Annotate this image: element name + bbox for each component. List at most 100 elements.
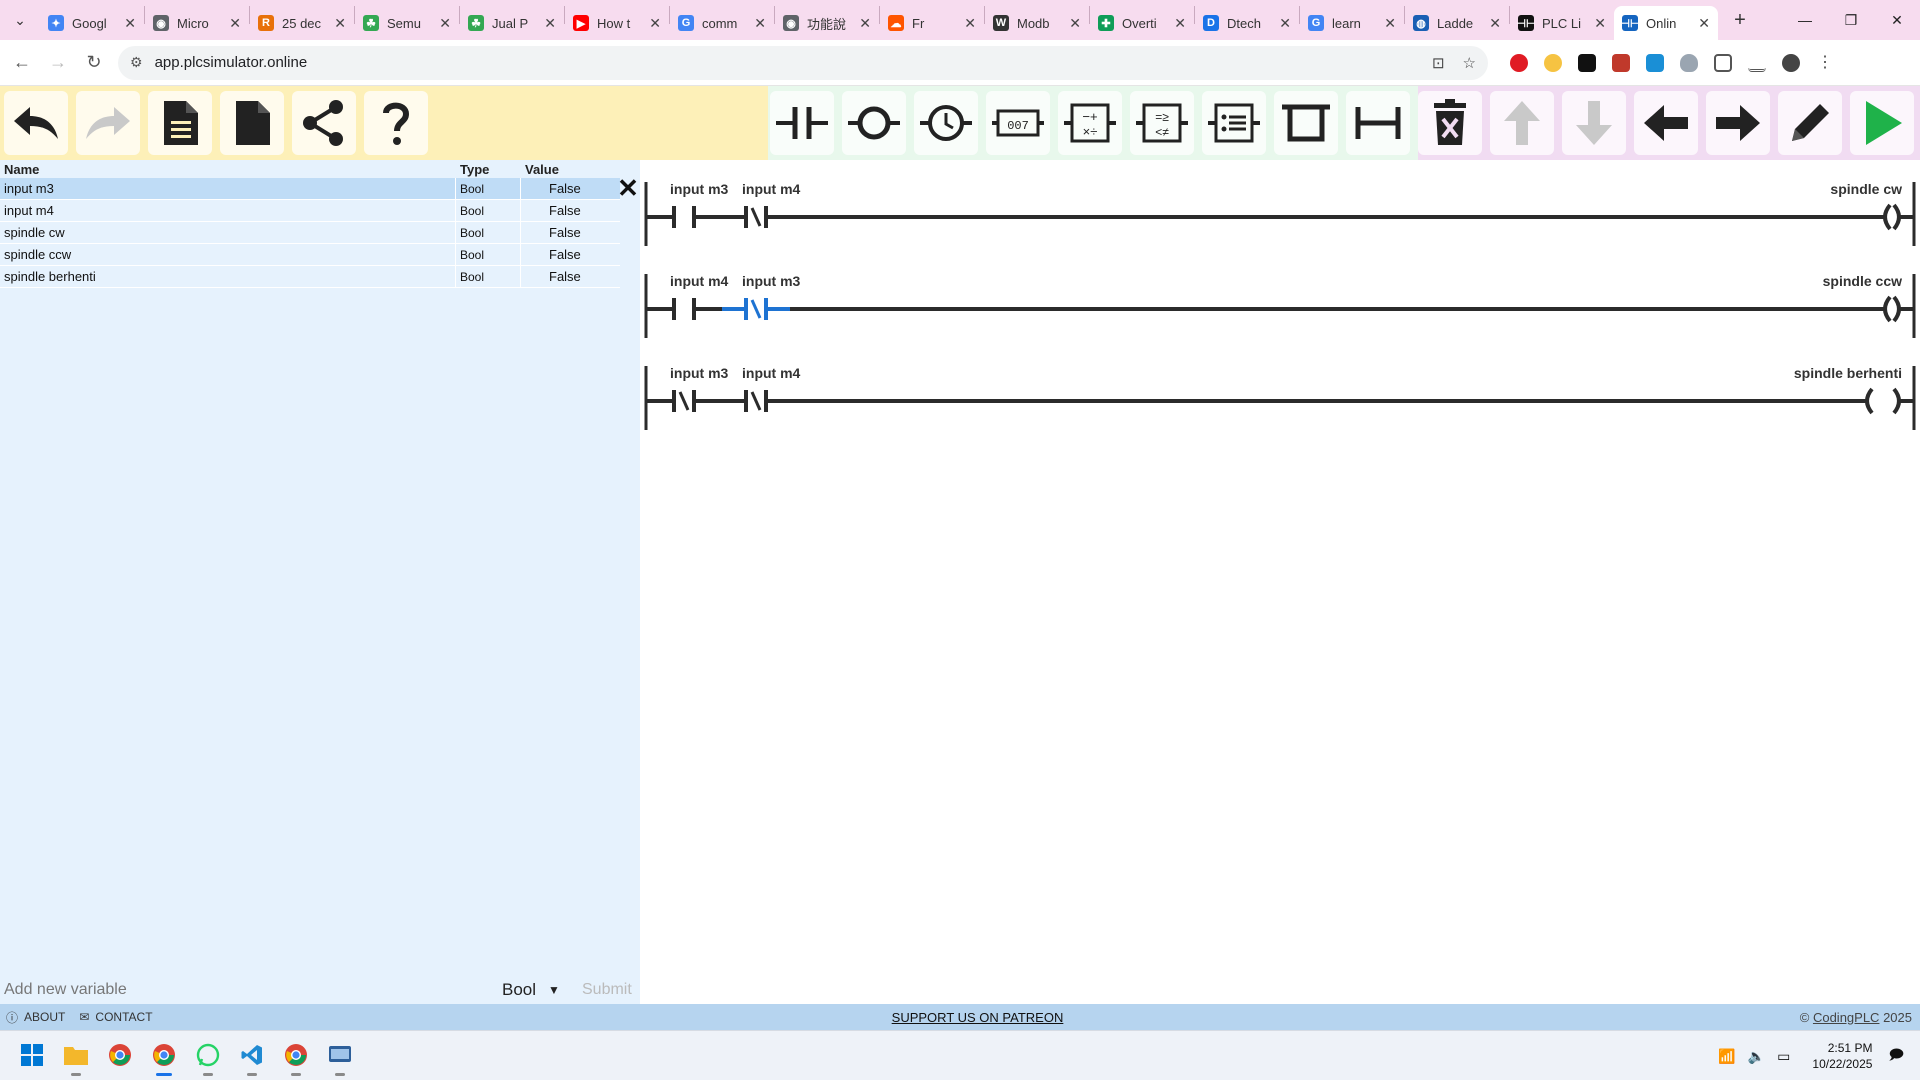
tab-close-icon[interactable]: ✕: [229, 15, 241, 32]
blue-extension-icon[interactable]: [1646, 53, 1664, 72]
add-rung-button[interactable]: [1346, 91, 1410, 155]
close-panel-icon[interactable]: ✕: [617, 175, 639, 201]
red-extension-icon[interactable]: [1612, 53, 1630, 72]
remote-app-taskbar[interactable]: [324, 1039, 356, 1076]
close-window-button[interactable]: ✕: [1874, 0, 1920, 40]
tab-close-icon[interactable]: ✕: [1279, 15, 1291, 32]
tab-close-icon[interactable]: ✕: [439, 15, 451, 32]
volume-icon[interactable]: 🔈: [1748, 1048, 1765, 1065]
tab-close-icon[interactable]: ✕: [1384, 15, 1396, 32]
opera-extension-icon[interactable]: [1510, 53, 1528, 72]
restore-button[interactable]: ❐: [1828, 0, 1874, 40]
submit-button[interactable]: Submit: [582, 981, 632, 999]
coil-right-arc[interactable]: [1892, 387, 1901, 415]
help-button[interactable]: [364, 91, 428, 155]
tab-close-icon[interactable]: ✕: [544, 15, 556, 32]
variable-row[interactable]: spindle cw Bool False: [0, 222, 620, 244]
chrome-app-taskbar[interactable]: [280, 1039, 312, 1076]
tab-close-icon[interactable]: ✕: [754, 15, 766, 32]
add-coil-button[interactable]: [842, 91, 906, 155]
tab-close-icon[interactable]: ✕: [859, 15, 871, 32]
clock[interactable]: 2:51 PM 10/22/2025: [1812, 1040, 1872, 1072]
browser-tab[interactable]: ✚ Overti ✕: [1090, 6, 1194, 40]
add-compare-button[interactable]: =≥ <≠: [1130, 91, 1194, 155]
run-button[interactable]: [1850, 91, 1914, 155]
chrome-taskbar[interactable]: [104, 1039, 136, 1071]
vscode-taskbar[interactable]: [236, 1039, 268, 1076]
add-counter-button[interactable]: 007: [986, 91, 1050, 155]
patreon-link[interactable]: SUPPORT US ON PATREON: [0, 1010, 1920, 1025]
install-app-icon[interactable]: ⊡: [1432, 54, 1445, 72]
share-button[interactable]: [292, 91, 356, 155]
tab-close-icon[interactable]: ✕: [649, 15, 661, 32]
add-branch-button[interactable]: [1274, 91, 1338, 155]
delete-button[interactable]: [1418, 91, 1482, 155]
tab-search-button[interactable]: ⌄: [0, 0, 40, 40]
redo-button[interactable]: [76, 91, 140, 155]
browser-tab[interactable]: ⊣⊢ PLC Li ✕: [1510, 6, 1614, 40]
variable-row[interactable]: spindle ccw Bool False: [0, 244, 620, 266]
ladder-editor[interactable]: input m3 input m4 spindle cw input m4 input …: [640, 160, 1920, 1004]
omnibox[interactable]: ⚙ app.plcsimulator.online ⊡ ☆: [118, 45, 1488, 80]
site-info-icon[interactable]: ⚙: [130, 54, 143, 71]
browser-tab[interactable]: R 25 dec ✕: [250, 6, 354, 40]
variable-type-select[interactable]: Bool ▼: [490, 977, 570, 1003]
open-file-button[interactable]: [148, 91, 212, 155]
contact-nc-slash[interactable]: [750, 391, 762, 411]
add-contact-button[interactable]: [770, 91, 834, 155]
contact-nc-slash[interactable]: [750, 299, 762, 319]
variable-name[interactable]: input m3: [0, 178, 456, 199]
tab-close-icon[interactable]: ✕: [1174, 15, 1186, 32]
whatsapp-taskbar[interactable]: [192, 1039, 224, 1076]
browser-tab[interactable]: ▶ How t ✕: [565, 6, 669, 40]
browser-tab[interactable]: ◍ Ladde ✕: [1405, 6, 1509, 40]
browser-tab[interactable]: D Dtech ✕: [1195, 6, 1299, 40]
puzzle-extensions-icon[interactable]: [1714, 53, 1732, 72]
browser-tab[interactable]: ◉ Micro ✕: [145, 6, 249, 40]
add-move-button[interactable]: [1202, 91, 1266, 155]
more-menu-icon[interactable]: ⋮: [1816, 54, 1834, 72]
move-right-button[interactable]: [1706, 91, 1770, 155]
forward-button[interactable]: →: [40, 45, 76, 81]
new-tab-button[interactable]: +: [1724, 4, 1756, 36]
tab-close-icon[interactable]: ✕: [124, 15, 136, 32]
browser-tab[interactable]: ◉ 功能說 ✕: [775, 6, 879, 40]
media-control-icon[interactable]: [1748, 54, 1766, 72]
shield-extension-icon[interactable]: [1680, 53, 1698, 72]
variable-row[interactable]: spindle berhenti Bool False: [0, 266, 620, 288]
bookmark-star-icon[interactable]: ☆: [1463, 54, 1476, 72]
move-up-button[interactable]: [1490, 91, 1554, 155]
browser-tab[interactable]: ☁ Fr ✕: [880, 6, 984, 40]
wifi-icon[interactable]: 📶: [1718, 1048, 1735, 1065]
tab-close-icon[interactable]: ✕: [964, 15, 976, 32]
variable-name[interactable]: spindle ccw: [0, 244, 456, 265]
coil-left-arc[interactable]: [1883, 295, 1892, 323]
coin-extension-icon[interactable]: [1544, 53, 1562, 72]
browser-tab[interactable]: ⊣⊢ Onlin ✕: [1614, 6, 1718, 40]
coil-right-arc[interactable]: [1892, 203, 1901, 231]
browser-tab[interactable]: Gcomm ✕: [670, 6, 774, 40]
variable-name[interactable]: spindle berhenti: [0, 266, 456, 287]
coil-left-arc[interactable]: [1865, 387, 1874, 415]
tab-close-icon[interactable]: ✕: [1698, 15, 1710, 32]
profile-avatar[interactable]: [1782, 53, 1800, 72]
variable-name[interactable]: input m4: [0, 200, 456, 221]
new-file-button[interactable]: [220, 91, 284, 155]
chrome-profile-taskbar[interactable]: [148, 1039, 180, 1076]
minimize-button[interactable]: —: [1782, 0, 1828, 40]
start-button[interactable]: [16, 1039, 48, 1071]
file-explorer-taskbar[interactable]: [60, 1039, 92, 1076]
edit-button[interactable]: [1778, 91, 1842, 155]
contact-nc-slash[interactable]: [750, 207, 762, 227]
tab-close-icon[interactable]: ✕: [334, 15, 346, 32]
coil-right-arc[interactable]: [1892, 295, 1901, 323]
back-button[interactable]: ←: [4, 45, 40, 81]
battery-icon[interactable]: ▭: [1777, 1048, 1790, 1065]
browser-tab[interactable]: Glearn ✕: [1300, 6, 1404, 40]
undo-button[interactable]: [4, 91, 68, 155]
variable-row[interactable]: input m3 Bool False: [0, 178, 620, 200]
contact-nc-slash[interactable]: [678, 391, 690, 411]
new-variable-input[interactable]: Add new variable: [0, 977, 490, 1003]
add-timer-button[interactable]: [914, 91, 978, 155]
browser-tab[interactable]: W Modb ✕: [985, 6, 1089, 40]
